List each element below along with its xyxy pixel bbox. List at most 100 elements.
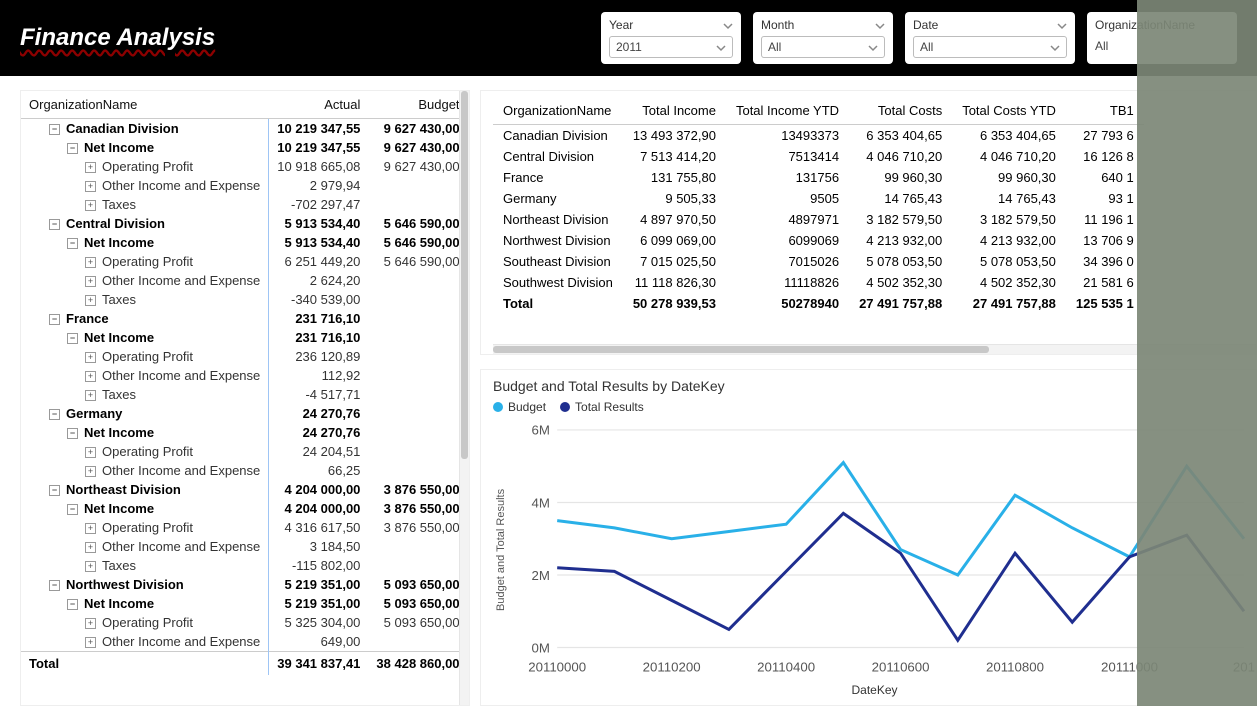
legend-item-total[interactable]: Total Results [560,400,644,414]
matrix-row-name[interactable]: Other Income and Expense [21,632,269,652]
collapse-icon[interactable] [67,599,78,610]
expand-icon[interactable] [85,352,96,363]
slicer-date-select[interactable]: All [913,36,1067,58]
matrix-row-name[interactable]: Operating Profit [21,613,269,632]
collapse-icon[interactable] [67,238,78,249]
matrix-row-name[interactable]: Other Income and Expense [21,461,269,480]
matrix-row-name[interactable]: Operating Profit [21,347,269,366]
slicer-month[interactable]: Month All [753,12,893,64]
expand-icon[interactable] [85,637,96,648]
matrix-cell-budget [368,309,459,328]
expand-icon[interactable] [85,618,96,629]
table-cell: 14 765,43 [849,188,952,209]
slicer-date-value: All [920,40,933,54]
matrix-row-name[interactable]: France [21,309,269,328]
matrix-row-name[interactable]: Net Income [21,138,269,157]
flat-col-header[interactable]: Total Income [623,99,726,125]
matrix-col-actual[interactable]: Actual [269,91,369,119]
expand-icon[interactable] [85,200,96,211]
matrix-row-name[interactable]: Taxes [21,195,269,214]
matrix-row-name[interactable]: Taxes [21,290,269,309]
expand-icon[interactable] [85,371,96,382]
slicer-year-value: 2011 [616,40,642,54]
matrix-row-name[interactable]: Northeast Division [21,480,269,499]
slicer-year-select[interactable]: 2011 [609,36,733,58]
scrollbar-thumb[interactable] [493,346,989,353]
table-row[interactable]: France131 755,8013175699 960,3099 960,30… [493,167,1144,188]
matrix-row-name[interactable]: Northwest Division [21,575,269,594]
collapse-icon[interactable] [49,485,60,496]
collapse-icon[interactable] [49,124,60,135]
expand-icon[interactable] [85,523,96,534]
expand-icon[interactable] [85,276,96,287]
matrix-row-name[interactable]: Germany [21,404,269,423]
matrix-row-name[interactable]: Net Income [21,594,269,613]
matrix-cell-actual: 4 316 617,50 [269,518,369,537]
table-row[interactable]: Northwest Division6 099 069,0060990694 2… [493,230,1144,251]
legend-item-budget[interactable]: Budget [493,400,546,414]
collapse-icon[interactable] [49,314,60,325]
matrix-row-name[interactable]: Operating Profit [21,442,269,461]
matrix-scrollbar[interactable] [459,91,469,705]
flat-col-header[interactable]: Total Income YTD [726,99,849,125]
matrix-row-name[interactable]: Canadian Division [21,119,269,139]
collapse-icon[interactable] [67,428,78,439]
table-cell: 14 765,43 [952,188,1066,209]
expand-icon[interactable] [85,162,96,173]
expand-icon[interactable] [85,447,96,458]
collapse-icon[interactable] [49,580,60,591]
matrix-col-name[interactable]: OrganizationName [21,91,269,119]
matrix-cell-actual: 5 325 304,00 [269,613,369,632]
table-row[interactable]: Canadian Division13 493 372,90134933736 … [493,125,1144,147]
collapse-icon[interactable] [49,219,60,230]
slicer-date[interactable]: Date All [905,12,1075,64]
page-title: Finance Analysis [20,24,215,52]
table-row[interactable]: Southeast Division7 015 025,5070150265 0… [493,251,1144,272]
matrix-row-name[interactable]: Operating Profit [21,252,269,271]
matrix-cell-actual: 2 624,20 [269,271,369,290]
scrollbar-thumb[interactable] [461,91,468,459]
matrix-row-name[interactable]: Other Income and Expense [21,537,269,556]
matrix-row-name[interactable]: Other Income and Expense [21,271,269,290]
matrix-row-name[interactable]: Net Income [21,328,269,347]
header-bar: Finance Analysis Year 2011 Month All [0,0,1257,76]
collapse-icon[interactable] [49,409,60,420]
collapse-icon[interactable] [67,333,78,344]
expand-icon[interactable] [85,542,96,553]
slicer-month-select[interactable]: All [761,36,885,58]
table-cell: France [493,167,623,188]
expand-icon[interactable] [85,466,96,477]
flat-col-header[interactable]: Total Costs YTD [952,99,1066,125]
expand-icon[interactable] [85,295,96,306]
flat-col-header[interactable]: OrganizationName [493,99,623,125]
matrix-row-name[interactable]: Net Income [21,233,269,252]
expand-icon[interactable] [85,257,96,268]
matrix-row-name[interactable]: Net Income [21,423,269,442]
matrix-row-name[interactable]: Taxes [21,556,269,575]
table-row[interactable]: Northeast Division4 897 970,5048979713 1… [493,209,1144,230]
slicer-year[interactable]: Year 2011 [601,12,741,64]
svg-text:4M: 4M [532,495,550,510]
table-row[interactable]: Central Division7 513 414,2075134144 046… [493,146,1144,167]
matrix-row-name[interactable]: Other Income and Expense [21,176,269,195]
matrix-row-name[interactable]: Taxes [21,385,269,404]
matrix-visual[interactable]: OrganizationName Actual Budget Canadian … [20,90,470,706]
matrix-cell-actual: 5 913 534,40 [269,233,369,252]
expand-icon[interactable] [85,390,96,401]
matrix-row-name[interactable]: Central Division [21,214,269,233]
matrix-row-name[interactable]: Other Income and Expense [21,366,269,385]
expand-icon[interactable] [85,181,96,192]
flat-col-header[interactable]: Total Costs [849,99,952,125]
table-row[interactable]: Germany9 505,33950514 765,4314 765,4393 … [493,188,1144,209]
matrix-col-budget[interactable]: Budget [368,91,459,119]
matrix-row-name[interactable]: Operating Profit [21,157,269,176]
matrix-cell-actual: 6 251 449,20 [269,252,369,271]
table-row[interactable]: Southwest Division11 118 826,30111188264… [493,272,1144,293]
matrix-row-name[interactable]: Operating Profit [21,518,269,537]
collapse-icon[interactable] [67,143,78,154]
expand-icon[interactable] [85,561,96,572]
flat-col-header[interactable]: TB1 [1066,99,1144,125]
collapse-icon[interactable] [67,504,78,515]
table-cell: 4 046 710,20 [849,146,952,167]
matrix-row-name[interactable]: Net Income [21,499,269,518]
